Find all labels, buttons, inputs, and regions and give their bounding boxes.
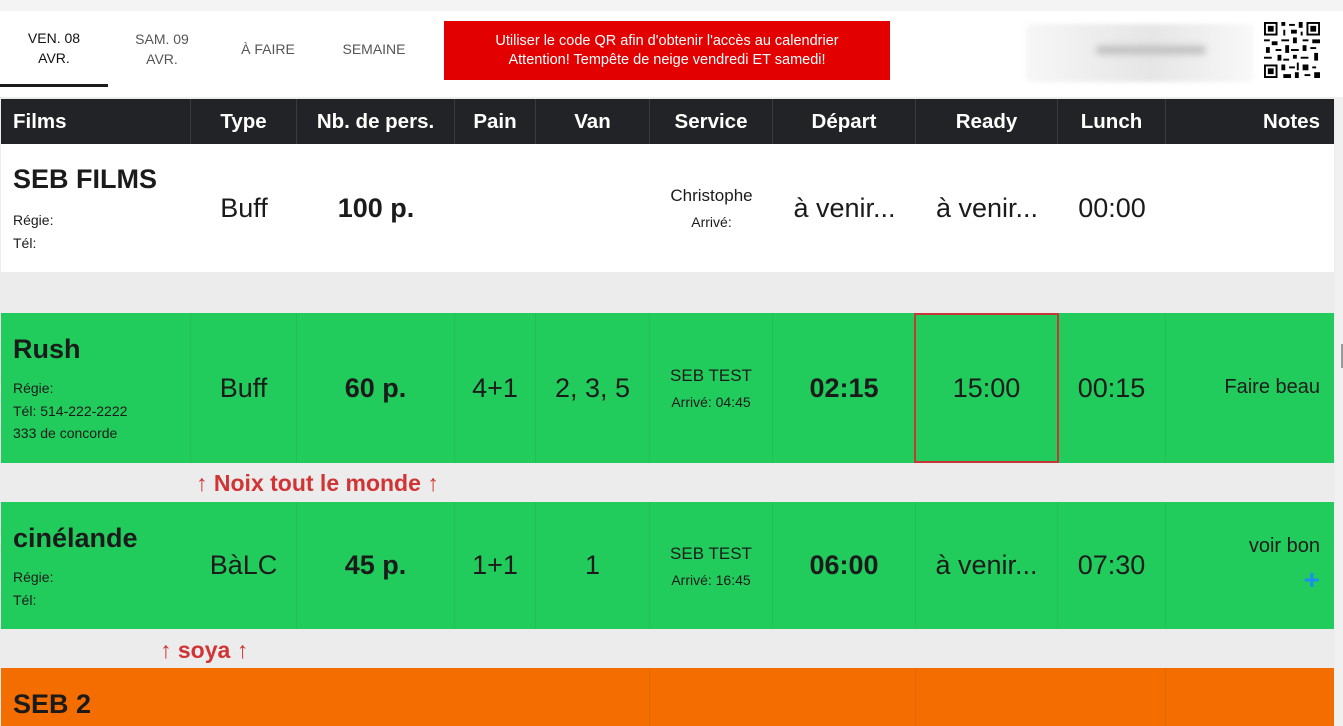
pain-cell xyxy=(455,144,536,272)
lunch-cell: 07:30 xyxy=(1058,502,1166,629)
film-meta: Régie: Tél: xyxy=(13,209,53,254)
header-lunch[interactable]: Lunch xyxy=(1058,99,1166,144)
notes-cell: Faire beau xyxy=(1224,376,1320,398)
service-name: SEB TEST xyxy=(670,543,752,563)
type-cell: Buff xyxy=(220,192,268,223)
film-name: SEB 2 xyxy=(13,689,92,719)
regie-label: Régie: xyxy=(13,569,54,585)
pain-cell: 4+1 xyxy=(455,313,536,463)
table-row-rush[interactable]: Rush Régie: Tél: 514-222-2222 333 de con… xyxy=(1,313,1334,463)
film-name: cinélande xyxy=(13,523,138,553)
depart-cell: 02:15 xyxy=(773,313,916,463)
separator-note-2: ↑ soya ↑ xyxy=(160,637,249,663)
ready-cell: à venir... xyxy=(935,192,1039,223)
depart-cell: 06:00 xyxy=(773,502,916,629)
regie-label: Régie: xyxy=(13,212,54,228)
scrollbar[interactable] xyxy=(1335,97,1343,726)
header-ready[interactable]: Ready xyxy=(916,99,1058,144)
plus-icon[interactable]: + xyxy=(1304,566,1320,594)
tel-label: Tél: xyxy=(13,234,37,251)
tab-semaine[interactable]: SEMAINE xyxy=(324,11,424,87)
film-name: SEB FILMS xyxy=(13,164,158,194)
nb-pers-cell: 45 p. xyxy=(297,502,455,629)
alert-line-1: Utiliser le code QR afin d'obtenir l'acc… xyxy=(495,32,839,49)
tel-label: Tél: xyxy=(13,591,37,608)
lunch-cell: 00:15 xyxy=(1058,313,1166,463)
regie-label: Régie: xyxy=(13,380,54,396)
arrive-label: Arrivé: 16:45 xyxy=(671,571,751,588)
blurred-logo xyxy=(1026,24,1254,82)
notes-cell: voir bon xyxy=(1248,535,1320,557)
van-cell: 2, 3, 5 xyxy=(536,313,650,463)
type-cell: BàLC xyxy=(191,502,297,629)
tab-sam-09[interactable]: SAM. 09 AVR. xyxy=(118,11,206,87)
service-cell: Christophe Arrivé: xyxy=(650,144,773,272)
alert-line-2: Attention! Tempête de neige vendredi ET … xyxy=(508,51,826,68)
top-strip xyxy=(0,0,1343,11)
film-name: Rush xyxy=(13,334,81,364)
header-van[interactable]: Van xyxy=(536,99,650,144)
alert-banner: Utiliser le code QR afin d'obtenir l'acc… xyxy=(444,21,890,80)
ready-cell: à venir... xyxy=(916,502,1058,629)
depart-cell: à venir... xyxy=(793,192,896,223)
tab-ven-08[interactable]: VEN. 08 AVR. xyxy=(0,11,108,87)
table-row-seb-films[interactable]: SEB FILMS Régie: Tél: Buff 100 p. Christ… xyxy=(1,144,1334,272)
arrive-label: Arrivé: xyxy=(691,214,732,230)
table-header: Films Type Nb. de pers. Pain Van Service… xyxy=(1,99,1334,144)
header-type[interactable]: Type xyxy=(191,99,297,144)
film-meta: Régie: Tél: 514-222-2222 333 de concorde xyxy=(13,377,127,445)
pain-cell: 1+1 xyxy=(455,502,536,629)
type-cell: Buff xyxy=(191,313,297,463)
header-nb-pers[interactable]: Nb. de pers. xyxy=(297,99,455,144)
van-cell xyxy=(536,144,650,272)
separator-note-1: ↑ Noix tout le monde ↑ xyxy=(196,470,439,496)
tab-a-faire[interactable]: À FAIRE xyxy=(222,11,314,87)
lunch-cell: 00:00 xyxy=(1078,192,1146,223)
van-cell: 1 xyxy=(536,502,650,629)
service-cell: SEB TEST Arrivé: 04:45 xyxy=(650,313,773,463)
qr-code-icon[interactable] xyxy=(1264,22,1320,78)
header-films[interactable]: Films xyxy=(1,99,191,144)
film-meta: Régie: Tél: xyxy=(13,566,53,611)
address-label: 333 de concorde xyxy=(13,425,118,441)
tel-label: Tél: 514-222-2222 xyxy=(13,402,128,419)
table-row-seb-2[interactable]: SEB 2 xyxy=(1,668,1334,726)
arrive-label: Arrivé: 04:45 xyxy=(671,394,751,410)
header-depart[interactable]: Départ xyxy=(773,99,916,144)
nb-pers-cell: 100 p. xyxy=(337,192,415,223)
header-notes[interactable]: Notes xyxy=(1166,99,1334,144)
service-name: SEB TEST xyxy=(670,366,752,385)
nb-pers-cell: 60 p. xyxy=(297,313,455,463)
table-row-cinelande[interactable]: cinélande Régie: Tél: BàLC 45 p. 1+1 1 S… xyxy=(1,502,1334,629)
service-name: Christophe xyxy=(670,186,753,205)
service-cell: SEB TEST Arrivé: 16:45 xyxy=(650,502,773,629)
header-service[interactable]: Service xyxy=(650,99,773,144)
header-pain[interactable]: Pain xyxy=(455,99,536,144)
ready-highlight-box xyxy=(914,313,1059,463)
